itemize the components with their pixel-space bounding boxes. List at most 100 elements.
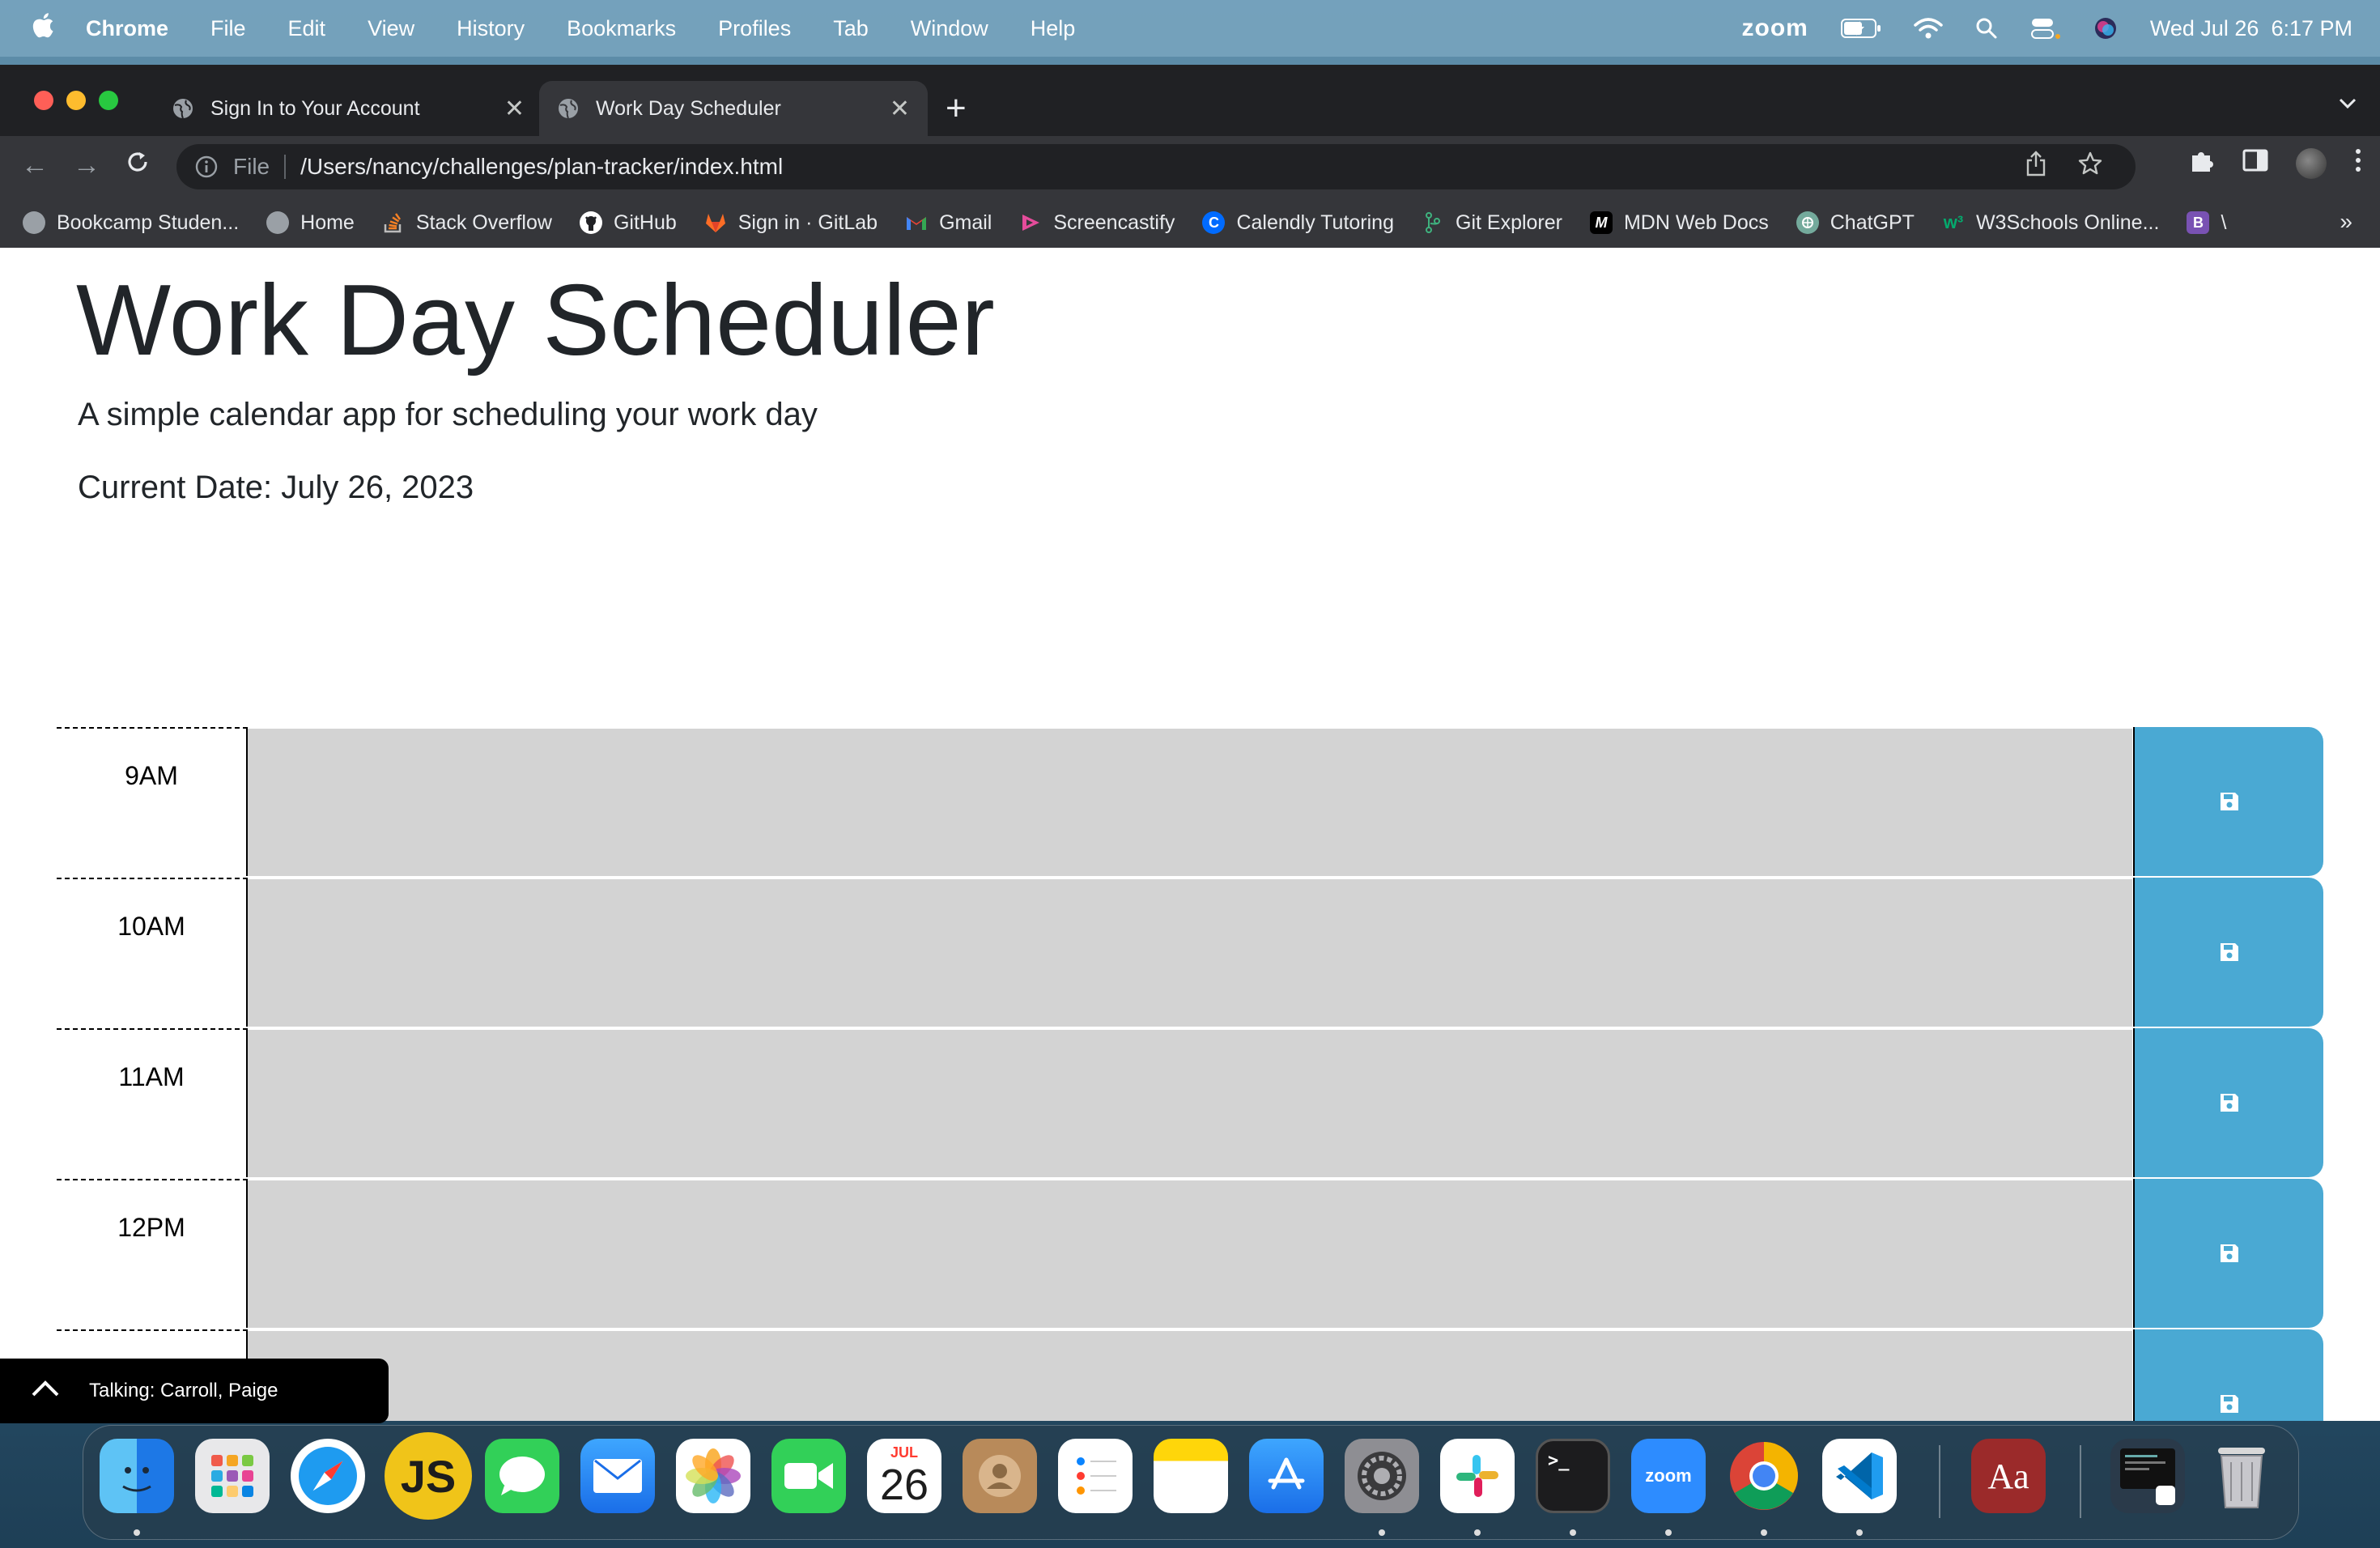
new-tab-icon[interactable]: + [946, 91, 967, 126]
bookmark-calendly[interactable]: C Calendly Tutoring [1202, 211, 1394, 235]
bookmarks-overflow-icon[interactable]: » [2340, 209, 2352, 235]
menu-file[interactable]: File [210, 16, 246, 41]
hour-label: 9AM [57, 727, 248, 876]
github-icon [579, 211, 602, 234]
messages-icon[interactable] [485, 1439, 559, 1513]
mdn-icon: M [1589, 211, 1613, 234]
dictionary-icon[interactable]: Aa [1971, 1439, 2046, 1513]
chevron-up-icon[interactable] [31, 1380, 60, 1403]
share-icon[interactable] [2025, 151, 2046, 183]
bookmark-star-icon[interactable] [2077, 151, 2103, 183]
close-window-button[interactable] [34, 91, 53, 110]
photos-icon[interactable] [676, 1439, 750, 1513]
chrome-menu-kebab-icon[interactable] [2354, 147, 2362, 180]
javascript-app-icon[interactable]: JS [385, 1432, 472, 1520]
safari-icon[interactable] [291, 1439, 365, 1513]
profile-avatar[interactable] [2296, 148, 2327, 179]
mail-icon[interactable] [580, 1439, 655, 1513]
close-tab-icon[interactable]: ✕ [890, 95, 910, 123]
bookmark-label: Calendly Tutoring [1236, 211, 1394, 234]
bookmark-screencastify[interactable]: Screencastify [1019, 211, 1175, 235]
bookmark-git-explorer[interactable]: Git Explorer [1422, 211, 1562, 235]
bookmark-mdn[interactable]: M MDN Web Docs [1589, 211, 1769, 235]
menu-view[interactable]: View [368, 16, 414, 41]
bookmark-chatgpt[interactable]: ChatGPT [1796, 211, 1915, 235]
bookmark-github[interactable]: GitHub [579, 211, 677, 235]
trash-icon[interactable] [2204, 1439, 2279, 1513]
globe-icon [266, 211, 290, 234]
event-description-input[interactable] [248, 1179, 2132, 1328]
side-panel-icon[interactable] [2242, 148, 2268, 179]
spotlight-search-icon[interactable] [1975, 17, 1998, 40]
zoom-status[interactable]: zoom [1742, 15, 1808, 42]
event-description-input[interactable] [248, 878, 2132, 1027]
system-settings-gear-icon[interactable] [1345, 1439, 1419, 1513]
save-button[interactable] [2133, 878, 2323, 1027]
back-arrow-icon[interactable]: ← [21, 149, 49, 181]
tab-work-day-scheduler[interactable]: Work Day Scheduler ✕ [539, 81, 928, 136]
talking-text: Talking: Carroll, Paige [89, 1380, 278, 1401]
reload-icon[interactable] [125, 149, 151, 182]
extensions-puzzle-icon[interactable] [2189, 147, 2215, 180]
minimize-window-button[interactable] [66, 91, 86, 110]
bookmark-gitlab[interactable]: Sign in · GitLab [704, 211, 878, 235]
bookmark-bootcamp[interactable]: Bookcamp Studen... [23, 211, 239, 235]
menu-history[interactable]: History [457, 16, 525, 41]
apple-icon[interactable] [29, 11, 57, 46]
finder-icon[interactable] [100, 1439, 174, 1513]
chatgpt-icon [1796, 211, 1819, 234]
menu-profiles[interactable]: Profiles [718, 16, 791, 41]
save-button[interactable] [2133, 1179, 2323, 1328]
menu-bookmarks[interactable]: Bookmarks [567, 16, 676, 41]
slack-icon[interactable] [1440, 1439, 1515, 1513]
vscode-icon[interactable] [1822, 1439, 1897, 1513]
battery-icon[interactable] [1840, 18, 1881, 39]
event-description-input[interactable] [248, 727, 2132, 876]
siri-icon[interactable] [2093, 16, 2118, 40]
menu-app-name[interactable]: Chrome [86, 16, 168, 41]
facetime-icon[interactable] [771, 1439, 846, 1513]
bookmark-bootstrap[interactable]: B \ [2187, 211, 2226, 235]
zoom-window-button[interactable] [99, 91, 118, 110]
url-text[interactable]: /Users/nancy/challenges/plan-tracker/ind… [300, 154, 783, 180]
tab-sign-in[interactable]: Sign In to Your Account ✕ [154, 81, 542, 136]
event-description-input[interactable] [248, 1028, 2132, 1177]
bootstrap-icon: B [2187, 211, 2210, 234]
reminders-icon[interactable] [1058, 1439, 1133, 1513]
bookmark-gmail[interactable]: Gmail [905, 211, 992, 235]
menu-edit[interactable]: Edit [288, 16, 326, 41]
save-button[interactable] [2133, 727, 2323, 876]
menu-help[interactable]: Help [1031, 16, 1076, 41]
zoom-app-icon[interactable]: zoom [1631, 1439, 1706, 1513]
bookmark-w3schools[interactable]: w³ W3Schools Online... [1942, 211, 2160, 235]
bookmark-stack-overflow[interactable]: Stack Overflow [382, 211, 552, 235]
forward-arrow-icon[interactable]: → [73, 149, 100, 181]
tab-search-chevron-icon[interactable] [2338, 91, 2357, 116]
bookmark-home[interactable]: Home [266, 211, 355, 235]
launchpad-icon[interactable] [195, 1439, 270, 1513]
save-button[interactable] [2133, 1329, 2323, 1421]
downloads-stack-icon[interactable] [2110, 1439, 2185, 1513]
chrome-icon[interactable] [1727, 1439, 1801, 1513]
site-info-icon[interactable] [194, 155, 219, 179]
menu-tab[interactable]: Tab [833, 16, 869, 41]
zoom-talking-bar[interactable]: Talking: Carroll, Paige [0, 1359, 389, 1423]
address-bar[interactable]: File /Users/nancy/challenges/plan-tracke… [176, 144, 2136, 189]
calendar-month: JUL [890, 1444, 918, 1461]
app-store-icon[interactable] [1249, 1439, 1324, 1513]
control-center-icon[interactable] [2030, 17, 2061, 40]
time-block-10am: 10AM [57, 878, 2323, 1028]
calendar-icon[interactable]: JUL 26 [867, 1439, 941, 1513]
event-description-input[interactable] [248, 1329, 2132, 1421]
wifi-icon[interactable] [1914, 17, 1943, 40]
browser-window: Sign In to Your Account ✕ Work Day Sched… [0, 65, 2380, 1421]
time-block-1pm: 1PM [57, 1329, 2323, 1421]
running-indicator [1761, 1529, 1767, 1536]
close-tab-icon[interactable]: ✕ [504, 95, 525, 123]
menu-window[interactable]: Window [911, 16, 988, 41]
contacts-icon[interactable] [963, 1439, 1037, 1513]
clock[interactable]: Wed Jul 26 6:17 PM [2150, 16, 2352, 41]
save-button[interactable] [2133, 1028, 2323, 1177]
notes-icon[interactable] [1154, 1439, 1228, 1513]
terminal-icon[interactable]: >_ [1536, 1439, 1610, 1513]
